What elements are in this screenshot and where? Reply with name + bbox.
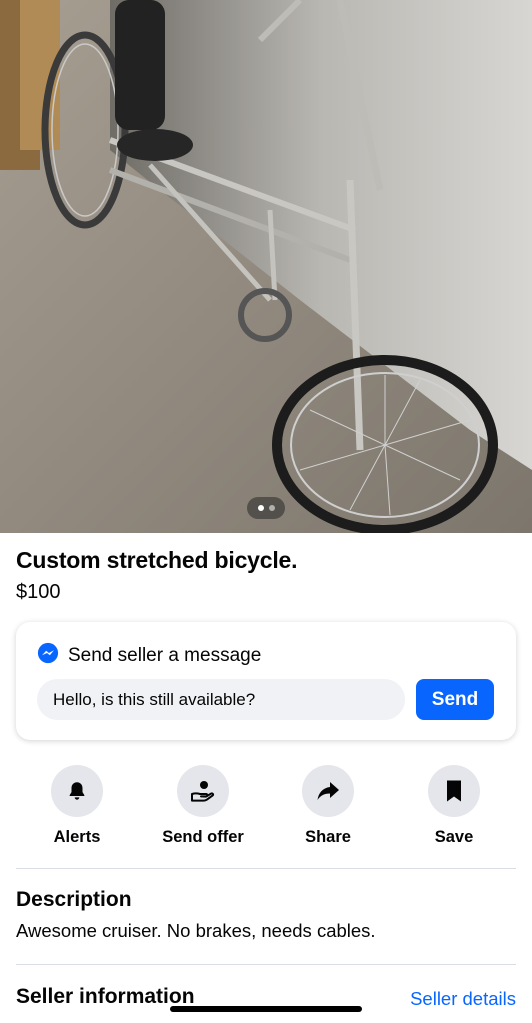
- bell-icon: [69, 782, 85, 800]
- share-action[interactable]: Share: [273, 765, 383, 847]
- share-arrow-icon: [317, 782, 339, 800]
- save-label: Save: [434, 828, 474, 846]
- send-offer-label: Send offer: [162, 828, 244, 846]
- alerts-button[interactable]: [51, 765, 103, 817]
- description-heading: Description: [16, 888, 132, 911]
- send-offer-action[interactable]: Send offer: [148, 765, 258, 847]
- action-bar: Alerts Send offer Share Save: [16, 765, 516, 850]
- home-indicator[interactable]: [170, 1006, 362, 1012]
- bicycle-photo-image: [0, 0, 532, 533]
- pager-dot-active: [257, 505, 264, 511]
- message-header: Send seller a message: [37, 642, 261, 669]
- listing-title: Custom stretched bicycle.: [16, 547, 298, 573]
- message-header-label: Send seller a message: [68, 644, 262, 666]
- bookmark-icon: [447, 780, 461, 802]
- seller-details-link[interactable]: Seller details: [410, 988, 516, 1010]
- photo-pager[interactable]: [247, 497, 285, 519]
- share-label: Share: [305, 828, 351, 846]
- save-action[interactable]: Save: [399, 765, 509, 847]
- pager-dot: [268, 505, 275, 511]
- share-button[interactable]: [302, 765, 354, 817]
- send-offer-button[interactable]: [177, 765, 229, 817]
- divider: [16, 868, 516, 869]
- send-message-card: Send seller a message Hello, is this sti…: [16, 622, 516, 740]
- seller-info-heading: Seller information: [16, 985, 195, 1008]
- divider: [16, 964, 516, 965]
- send-button[interactable]: Send: [416, 679, 494, 720]
- alerts-action[interactable]: Alerts: [22, 765, 132, 847]
- listing-price: $100: [16, 581, 61, 603]
- save-button[interactable]: [428, 765, 480, 817]
- messenger-icon: [37, 642, 59, 669]
- description-text: Awesome cruiser. No brakes, needs cables…: [16, 920, 376, 941]
- offer-icon: [191, 781, 215, 802]
- listing-photo[interactable]: [0, 0, 532, 533]
- message-input[interactable]: Hello, is this still available?: [37, 679, 405, 720]
- alerts-label: Alerts: [53, 828, 101, 846]
